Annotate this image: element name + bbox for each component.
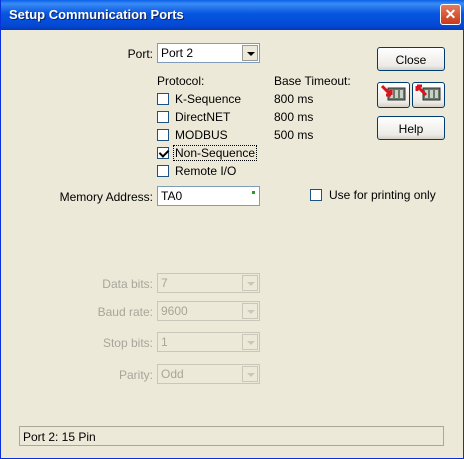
chevron-down-icon[interactable] bbox=[242, 366, 258, 382]
port-label: Port: bbox=[127, 47, 153, 61]
data-bits-value: 7 bbox=[161, 276, 168, 290]
chevron-down-icon[interactable] bbox=[242, 303, 258, 319]
memory-address-value: TA0 bbox=[161, 189, 183, 203]
close-button[interactable]: Close bbox=[377, 47, 445, 71]
help-button[interactable]: Help bbox=[377, 116, 445, 140]
modbus-label: MODBUS bbox=[175, 128, 228, 142]
chevron-down-icon[interactable] bbox=[242, 334, 258, 350]
base-timeout-label: Base Timeout: bbox=[274, 74, 351, 88]
remote-io-checkbox[interactable] bbox=[157, 165, 169, 177]
print-only-label: Use for printing only bbox=[329, 188, 436, 202]
k-sequence-label: K-Sequence bbox=[175, 92, 242, 106]
baud-rate-select[interactable]: 9600 bbox=[157, 301, 260, 321]
dialog-window: Setup Communication Ports ✕ Port: Port 2… bbox=[0, 0, 464, 459]
memory-address-label: Memory Address: bbox=[59, 190, 153, 204]
title-bar[interactable]: Setup Communication Ports ✕ bbox=[1, 0, 464, 30]
data-bits-select[interactable]: 7 bbox=[157, 273, 260, 293]
window-title: Setup Communication Ports bbox=[9, 7, 184, 22]
chevron-down-icon[interactable] bbox=[242, 45, 258, 61]
k-sequence-timeout: 800 ms bbox=[274, 92, 314, 106]
port-value: Port 2 bbox=[161, 46, 194, 60]
stop-bits-value: 1 bbox=[161, 335, 168, 349]
directnet-checkbox[interactable] bbox=[157, 111, 169, 123]
chevron-down-icon[interactable] bbox=[242, 275, 258, 291]
upload-to-plc-icon bbox=[380, 84, 406, 101]
upload-button[interactable] bbox=[377, 82, 410, 108]
close-window-button[interactable]: ✕ bbox=[440, 4, 461, 25]
status-dot-icon bbox=[252, 191, 255, 194]
stop-bits-label: Stop bits: bbox=[102, 336, 153, 350]
parity-label: Parity: bbox=[118, 368, 153, 382]
baud-rate-label: Baud rate: bbox=[97, 305, 153, 319]
stop-bits-select[interactable]: 1 bbox=[157, 332, 260, 352]
download-from-plc-icon bbox=[415, 84, 441, 101]
non-sequence-label: Non-Sequence bbox=[173, 145, 258, 161]
memory-address-input[interactable]: TA0 bbox=[157, 186, 260, 206]
non-sequence-checkbox[interactable] bbox=[157, 147, 169, 159]
protocol-label: Protocol: bbox=[157, 74, 205, 88]
status-text: Port 2: 15 Pin bbox=[23, 430, 96, 444]
print-only-checkbox[interactable] bbox=[310, 189, 322, 201]
k-sequence-checkbox[interactable] bbox=[157, 93, 169, 105]
help-button-label: Help bbox=[398, 122, 424, 136]
download-button[interactable] bbox=[412, 82, 445, 108]
directnet-timeout: 800 ms bbox=[274, 110, 314, 124]
baud-rate-value: 9600 bbox=[161, 304, 188, 318]
remote-io-label: Remote I/O bbox=[175, 164, 237, 178]
parity-value: Odd bbox=[161, 367, 184, 381]
directnet-label: DirectNET bbox=[175, 110, 231, 124]
close-button-label: Close bbox=[395, 53, 427, 67]
status-bar: Port 2: 15 Pin bbox=[19, 426, 444, 446]
modbus-timeout: 500 ms bbox=[274, 128, 314, 142]
port-select[interactable]: Port 2 bbox=[157, 43, 260, 63]
modbus-checkbox[interactable] bbox=[157, 129, 169, 141]
parity-select[interactable]: Odd bbox=[157, 364, 260, 384]
data-bits-label: Data bits: bbox=[102, 277, 153, 291]
